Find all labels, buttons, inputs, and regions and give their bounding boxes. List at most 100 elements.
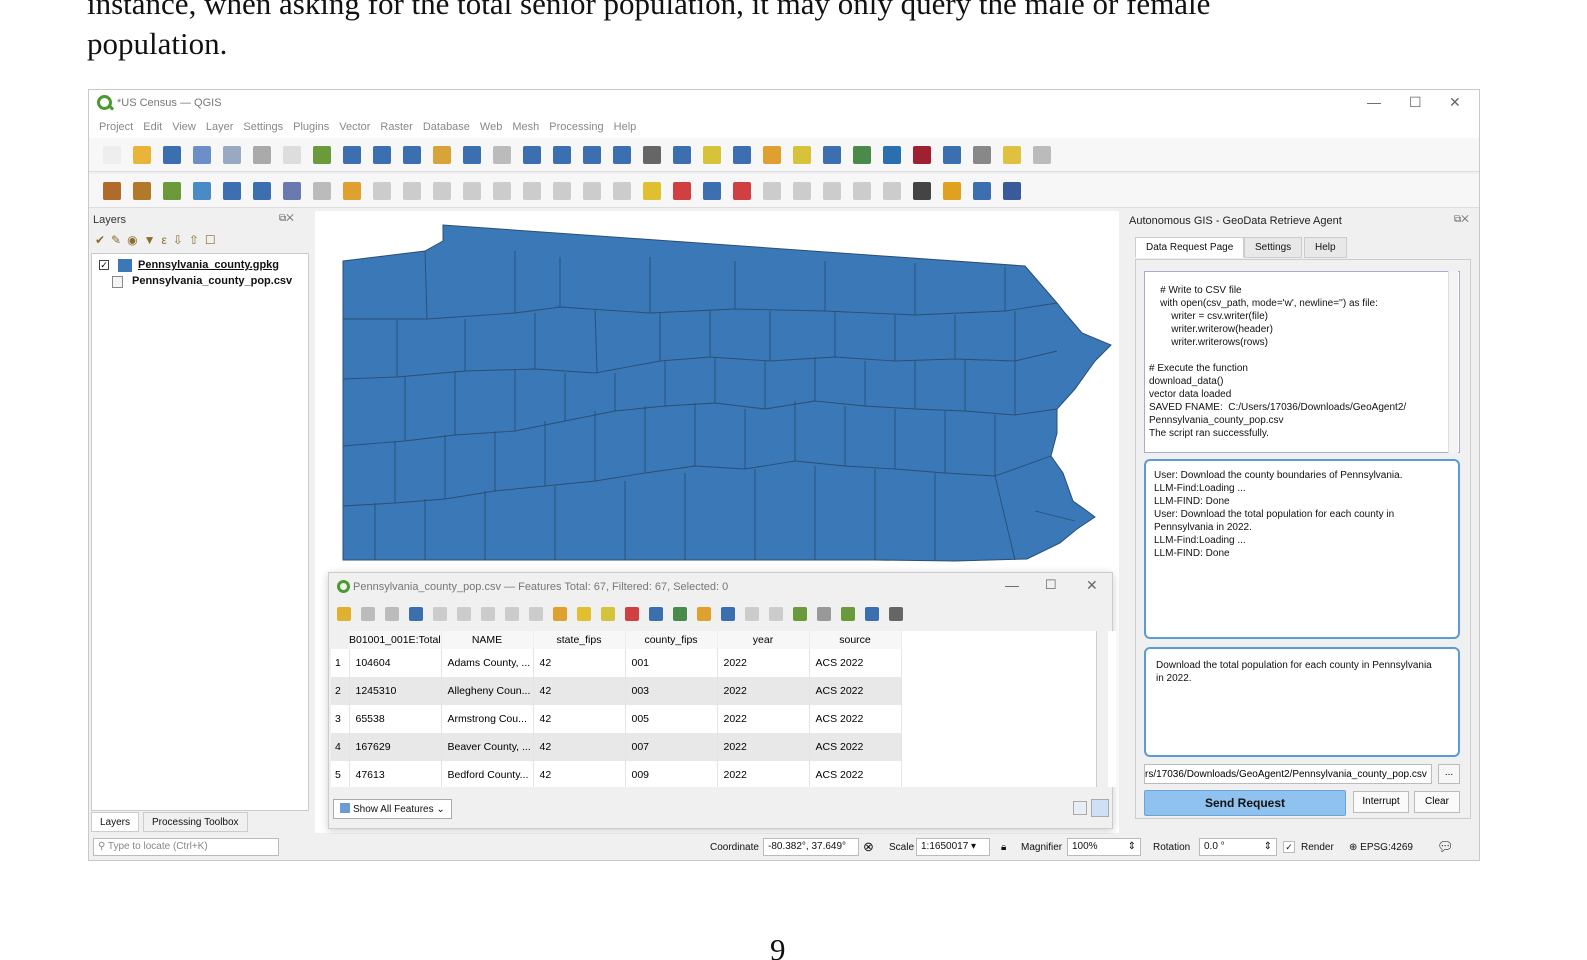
attribute-tool-icon[interactable] bbox=[577, 607, 591, 621]
table-cell[interactable]: ACS 2022 bbox=[809, 761, 902, 787]
zoom-next-icon[interactable] bbox=[553, 146, 571, 164]
print-layout-icon[interactable] bbox=[223, 146, 241, 164]
table-cell[interactable]: 2022 bbox=[717, 677, 810, 705]
save-as-icon[interactable] bbox=[193, 146, 211, 164]
table-cell[interactable]: 005 bbox=[625, 705, 718, 733]
column-header[interactable]: source bbox=[809, 631, 902, 649]
save-project-icon[interactable] bbox=[163, 146, 181, 164]
attribute-tool-icon[interactable] bbox=[817, 607, 831, 621]
cut-icon[interactable] bbox=[493, 182, 511, 200]
lock-icon[interactable]: 🔒︎ bbox=[1001, 842, 1006, 853]
pennsylvania-county-map[interactable] bbox=[315, 211, 1119, 573]
clear-button[interactable]: Clear bbox=[1414, 791, 1460, 813]
table-cell[interactable]: ACS 2022 bbox=[809, 705, 902, 733]
pan-icon[interactable] bbox=[283, 146, 301, 164]
data-source-manager-icon[interactable] bbox=[103, 182, 121, 200]
edit-pencil-icon[interactable] bbox=[313, 182, 331, 200]
add-wms-icon[interactable] bbox=[223, 182, 241, 200]
maximize-button[interactable]: ☐ bbox=[1409, 94, 1422, 111]
menu-processing[interactable]: Processing bbox=[549, 121, 603, 133]
zoom-native-icon[interactable] bbox=[493, 146, 511, 164]
table-cell[interactable]: Beaver County, ... bbox=[441, 733, 534, 761]
select-location-icon[interactable] bbox=[823, 146, 841, 164]
zoom-last-icon[interactable] bbox=[523, 146, 541, 164]
layers-toolbar[interactable]: ✔✎◉▼ε⇩⇧☐ bbox=[95, 233, 222, 247]
table-cell[interactable]: Allegheny Coun... bbox=[441, 677, 534, 705]
table-cell[interactable]: 007 bbox=[625, 733, 718, 761]
table-row[interactable]: 1 104604 Adams County, ... 42 001 2022 ACS 202… bbox=[331, 649, 902, 677]
attribute-tool-icon[interactable] bbox=[529, 607, 543, 621]
open-project-icon[interactable] bbox=[133, 146, 151, 164]
console-icon[interactable] bbox=[973, 182, 991, 200]
close-button[interactable]: ✕ bbox=[1449, 94, 1461, 111]
code-output-box[interactable]: # Write to CSV file with open(csv_path, … bbox=[1144, 271, 1460, 453]
table-cell[interactable]: 42 bbox=[533, 761, 626, 787]
table-cell[interactable]: ACS 2022 bbox=[809, 733, 902, 761]
crs-button[interactable]: ⊕ EPSG:4269 bbox=[1349, 842, 1413, 853]
copy-icon[interactable] bbox=[523, 182, 541, 200]
table-cell[interactable]: ACS 2022 bbox=[809, 677, 902, 705]
table-cell[interactable]: 47613 bbox=[349, 761, 442, 787]
send-request-button[interactable]: Send Request bbox=[1144, 790, 1346, 816]
table-cell[interactable]: 2022 bbox=[717, 733, 810, 761]
save-edits-icon[interactable] bbox=[373, 182, 391, 200]
style-manager-icon[interactable] bbox=[253, 146, 271, 164]
toggle-extents-icon[interactable]: ⊗ bbox=[863, 839, 874, 855]
tab-processing-toolbox[interactable]: Processing Toolbox bbox=[143, 812, 248, 832]
table-cell[interactable]: 2022 bbox=[717, 761, 810, 787]
locate-search-input[interactable]: ⚲ Type to locate (Ctrl+K) bbox=[93, 838, 279, 856]
browse-button[interactable]: ... bbox=[1438, 764, 1460, 784]
stats-icon[interactable] bbox=[913, 146, 931, 164]
tab-help[interactable]: Help bbox=[1304, 237, 1347, 258]
diagram-icon[interactable] bbox=[883, 182, 901, 200]
vertical-scrollbar[interactable] bbox=[1096, 631, 1108, 787]
messages-icon[interactable]: 💬︎ bbox=[1437, 839, 1454, 855]
attribute-tool-icon[interactable] bbox=[433, 607, 447, 621]
row-number[interactable]: 5 bbox=[331, 761, 350, 787]
tab-settings[interactable]: Settings bbox=[1244, 237, 1303, 258]
new-3d-view-icon[interactable] bbox=[613, 146, 631, 164]
vertical-scrollbar[interactable] bbox=[1448, 271, 1458, 453]
minimize-button[interactable]: — bbox=[1367, 94, 1381, 110]
attribute-tool-icon[interactable] bbox=[409, 607, 423, 621]
menu-layer[interactable]: Layer bbox=[206, 121, 234, 133]
menu-edit[interactable]: Edit bbox=[143, 121, 162, 133]
attribute-tool-icon[interactable] bbox=[721, 607, 735, 621]
attribute-tool-icon[interactable] bbox=[793, 607, 807, 621]
magnifier-field[interactable]: 100% ⇕ bbox=[1067, 838, 1141, 856]
menu-raster[interactable]: Raster bbox=[380, 121, 412, 133]
table-cell[interactable]: 1245310 bbox=[349, 677, 442, 705]
close-button[interactable]: ✕ bbox=[1086, 577, 1098, 594]
label-pin-icon[interactable] bbox=[673, 182, 691, 200]
table-cell[interactable]: Bedford County... bbox=[441, 761, 534, 787]
attribute-tool-icon[interactable] bbox=[697, 607, 711, 621]
annotation-icon[interactable] bbox=[1033, 146, 1051, 164]
pan-to-selection-icon[interactable] bbox=[313, 146, 331, 164]
table-cell[interactable]: 42 bbox=[533, 677, 626, 705]
menu-view[interactable]: View bbox=[172, 121, 196, 133]
label-move-icon[interactable] bbox=[703, 182, 721, 200]
table-row[interactable]: 5 47613 Bedford County... 42 009 2022 ACS 2022 bbox=[331, 761, 902, 787]
temporal-icon[interactable] bbox=[673, 146, 691, 164]
sum-icon[interactable] bbox=[943, 146, 961, 164]
table-cell[interactable]: Adams County, ... bbox=[441, 649, 534, 677]
zoom-full-icon[interactable] bbox=[403, 146, 421, 164]
menu-settings[interactable]: Settings bbox=[243, 121, 283, 133]
layer-item-county-gpkg[interactable]: Pennsylvania_county.gpkg bbox=[138, 259, 279, 271]
panel-controls-icon[interactable]: ⧉✕ bbox=[1454, 214, 1469, 225]
attribute-tool-icon[interactable] bbox=[385, 607, 399, 621]
menu-vector[interactable]: Vector bbox=[339, 121, 370, 133]
render-checkbox[interactable]: ✓ bbox=[1283, 841, 1295, 853]
add-feature-icon[interactable] bbox=[403, 182, 421, 200]
coordinate-field[interactable]: -80.382°, 37.649° bbox=[763, 838, 859, 856]
identify-icon[interactable] bbox=[853, 146, 871, 164]
form-view-icon[interactable] bbox=[1073, 801, 1087, 815]
digitize-icon[interactable] bbox=[193, 182, 211, 200]
menu-help[interactable]: Help bbox=[614, 121, 637, 133]
vertex-tool-icon[interactable] bbox=[433, 182, 451, 200]
row-number[interactable]: 2 bbox=[331, 677, 350, 705]
label-toolbar-icon[interactable] bbox=[853, 182, 871, 200]
table-view-icon[interactable] bbox=[1091, 799, 1109, 817]
menu-plugins[interactable]: Plugins bbox=[293, 121, 329, 133]
label-rotate-icon[interactable] bbox=[733, 182, 751, 200]
